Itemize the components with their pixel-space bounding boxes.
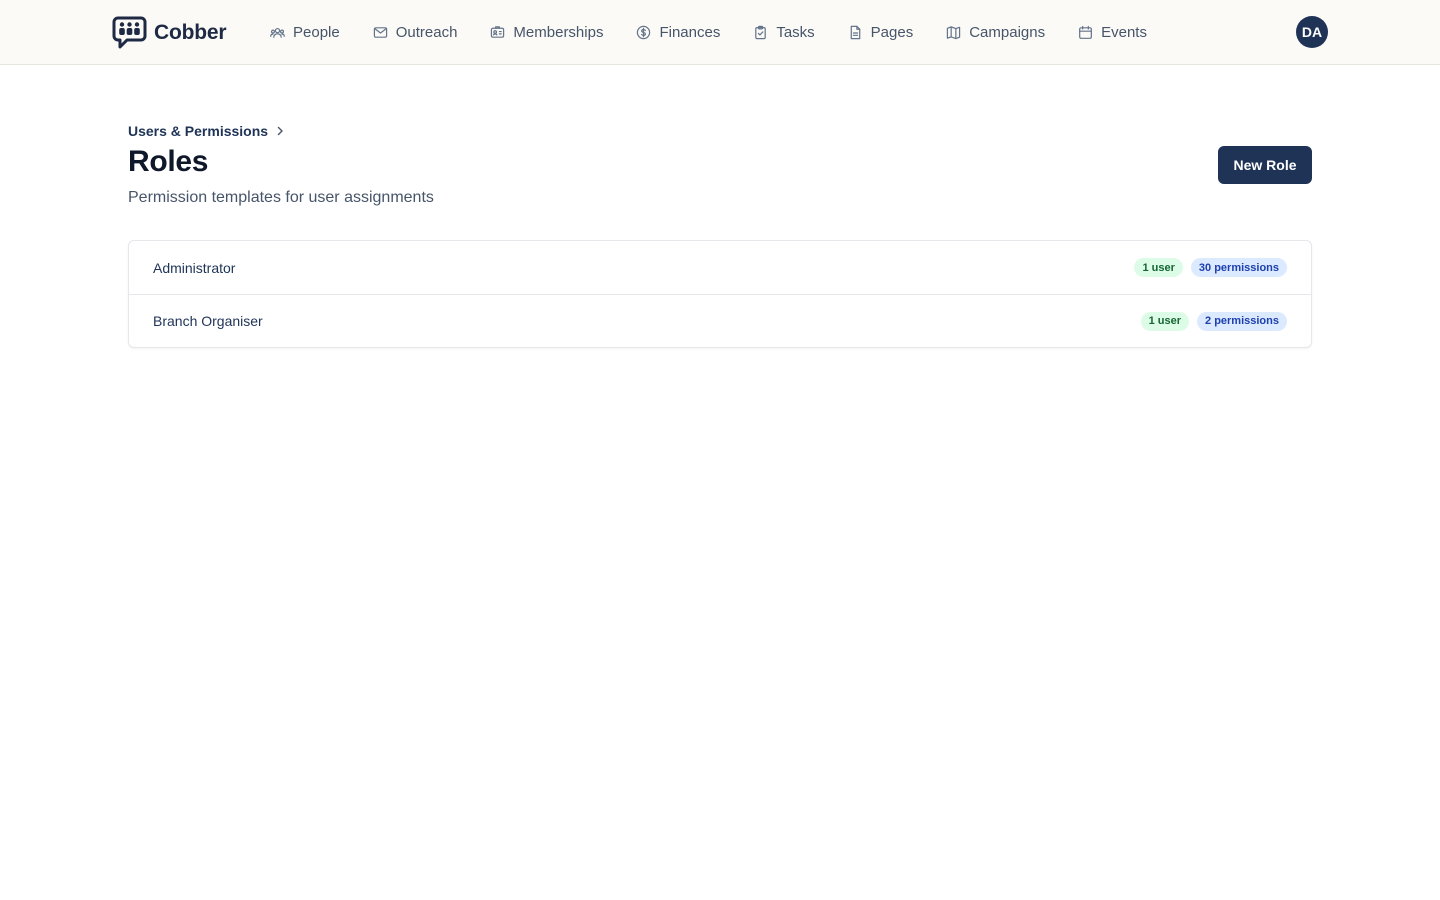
user-count-badge: 1 user [1134, 258, 1183, 277]
new-role-button[interactable]: New Role [1218, 146, 1312, 184]
breadcrumb: Users & Permissions [128, 121, 285, 141]
calendar-icon [1079, 25, 1093, 39]
nav-item-campaigns[interactable]: Campaigns [946, 24, 1045, 41]
role-badges: 1 user 2 permissions [1140, 311, 1287, 331]
nav-item-memberships[interactable]: Memberships [490, 24, 603, 41]
role-row-administrator[interactable]: Administrator 1 user 30 permissions [129, 241, 1311, 294]
nav-item-label: Pages [870, 23, 914, 41]
role-row-branch-organiser[interactable]: Branch Organiser 1 user 2 permissions [129, 294, 1311, 347]
page-title: Roles [128, 145, 209, 178]
nav-item-tasks[interactable]: Tasks [753, 23, 815, 41]
nav-item-pages[interactable]: Pages [848, 23, 914, 41]
id-card-icon [491, 25, 505, 38]
permission-count-badge: 2 permissions [1197, 311, 1287, 331]
nav-item-outreach[interactable]: Outreach [373, 23, 458, 41]
clipboard-check-icon [755, 25, 767, 39]
nav-item-label: Campaigns [969, 23, 1046, 41]
user-count-badge: 1 user [1140, 311, 1190, 331]
brand-home-link[interactable]: Cobber [112, 16, 227, 49]
nav-item-finances[interactable]: Finances [636, 24, 720, 41]
permission-count-badge: 30 permissions [1190, 258, 1287, 277]
main-nav: People Outreach Memberships Finances Tas… [270, 20, 1147, 44]
map-icon [947, 25, 961, 39]
role-name: Administrator [153, 259, 236, 276]
nav-item-events[interactable]: Events [1078, 24, 1147, 41]
nav-item-label: People [293, 23, 340, 41]
people-icon [270, 27, 285, 38]
brand-name: Cobber [154, 20, 227, 44]
breadcrumb-users-permissions-link[interactable]: Users & Permissions [128, 123, 268, 139]
nav-item-label: Tasks [776, 23, 815, 41]
nav-item-label: Outreach [395, 23, 458, 41]
nav-item-people[interactable]: People [270, 24, 340, 41]
roles-list: Administrator 1 user 30 permissions Bran… [128, 240, 1312, 348]
cobber-logo-icon [112, 16, 147, 49]
dollar-circle-icon [637, 25, 651, 39]
top-navigation-bar: Cobber People Outreach Memberships Finan… [0, 0, 1440, 65]
role-badges: 1 user 30 permissions [1134, 258, 1287, 277]
role-name: Branch Organiser [153, 313, 263, 329]
mail-icon [373, 26, 387, 38]
nav-item-label: Events [1101, 23, 1147, 41]
nav-item-label: Finances [659, 23, 721, 41]
user-avatar[interactable]: DA [1296, 16, 1328, 48]
document-icon [850, 25, 860, 39]
page-subtitle: Permission templates for user assignment… [128, 189, 434, 206]
chevron-right-icon [277, 126, 283, 136]
nav-item-label: Memberships [513, 23, 604, 41]
